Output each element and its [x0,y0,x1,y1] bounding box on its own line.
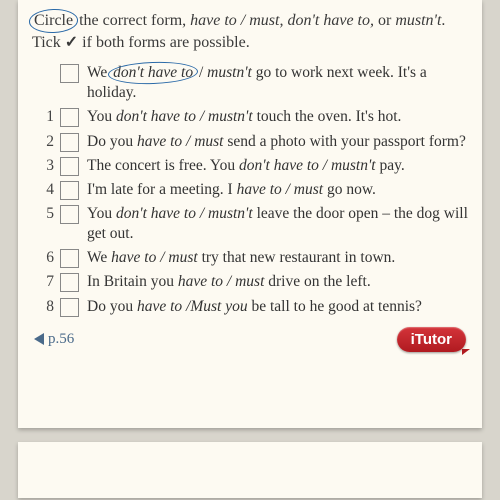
item-text: We have to / must try that new restauran… [87,248,468,268]
checkbox[interactable] [60,205,79,224]
page-footer: p.56 iTutor [32,327,468,352]
instructions: Circle the correct form, have to / must,… [32,10,468,53]
alt-text: mustn't [207,64,252,81]
itutor-button[interactable]: iTutor [397,327,466,352]
item-number: 1 [38,107,54,127]
item-number: 4 [38,180,54,200]
item-text: I'm late for a meeting. I have to / must… [87,180,468,200]
item-text: Do you have to /Must you be tall to he g… [87,297,468,317]
item-number: 2 [38,132,54,152]
post: pay. [376,157,405,174]
instr-or: or [374,12,395,29]
post: drive on the left. [264,273,370,290]
pre: The concert is free. You [87,157,239,174]
pre: Do you [87,133,137,150]
checkbox[interactable] [60,181,79,200]
tick-symbol: ✓ [65,34,78,51]
checkbox[interactable] [60,157,79,176]
item-text: You don't have to / mustn't touch the ov… [87,107,468,127]
post: be tall to he good at tennis? [248,298,422,315]
exercise-page: Circle the correct form, have to / must,… [18,0,482,428]
item-number: 5 [38,204,54,224]
item-text: Do you have to / must send a photo with … [87,132,468,152]
list-item: 5 You don't have to / mustn't leave the … [38,204,468,244]
item-number: 3 [38,156,54,176]
pre: You [87,205,116,222]
list-item: 2 Do you have to / must send a photo wit… [38,132,468,152]
choice: have to / must [137,133,224,150]
checkbox[interactable] [60,298,79,317]
blank-card [18,442,482,498]
instr-forms: have to / must, don't have to, [190,12,374,29]
checkbox[interactable] [60,249,79,268]
list-item: 8 Do you have to /Must you be tall to he… [38,297,468,317]
list-item: 1 You don't have to / mustn't touch the … [38,107,468,127]
pre: In Britain you [87,273,178,290]
item-text: In Britain you have to / must drive on t… [87,272,468,292]
choice: don't have to / mustn't [239,157,376,174]
pre: We [87,249,111,266]
item-number: 7 [38,272,54,292]
instr-tail2: if both forms are possible. [78,34,250,51]
checkbox[interactable] [60,108,79,127]
choice: don't have to / mustn't [116,205,253,222]
item-number: 8 [38,297,54,317]
post: try that new restaurant in town. [198,249,396,266]
list-item: 7 In Britain you have to / must drive on… [38,272,468,292]
back-arrow-icon [34,333,44,345]
post: touch the oven. It's hot. [253,108,402,125]
choice: have to / must [111,249,198,266]
example-item: We don't have to / mustn't go to work ne… [38,63,468,103]
checkbox[interactable] [60,273,79,292]
list-item: 3 The concert is free. You don't have to… [38,156,468,176]
instr-text: the correct form, [75,12,190,29]
circled-answer: don't have to [111,63,195,83]
item-text: The concert is free. You don't have to /… [87,156,468,176]
checkbox[interactable] [60,133,79,152]
circled-instruction-word: Circle [32,10,75,32]
pre: I'm late for a meeting. I [87,181,237,198]
list-item: 4 I'm late for a meeting. I have to / mu… [38,180,468,200]
post: go now. [323,181,376,198]
pre: You [87,108,116,125]
item-text: You don't have to / mustn't leave the do… [87,204,468,244]
checkbox[interactable] [60,64,79,83]
pre: Do you [87,298,137,315]
choice: have to / must [178,273,265,290]
list-item: 6 We have to / must try that new restaur… [38,248,468,268]
item-number: 6 [38,248,54,268]
page-ref-label: p.56 [48,331,74,348]
choice: have to /Must you [137,298,248,315]
post: send a photo with your passport form? [223,133,465,150]
instr-mustnt: mustn't [395,12,441,29]
item-list: We don't have to / mustn't go to work ne… [38,63,468,317]
page-ref[interactable]: p.56 [34,331,74,348]
choice: have to / must [237,181,324,198]
choice: don't have to / mustn't [116,108,253,125]
item-text: We don't have to / mustn't go to work ne… [87,63,468,103]
